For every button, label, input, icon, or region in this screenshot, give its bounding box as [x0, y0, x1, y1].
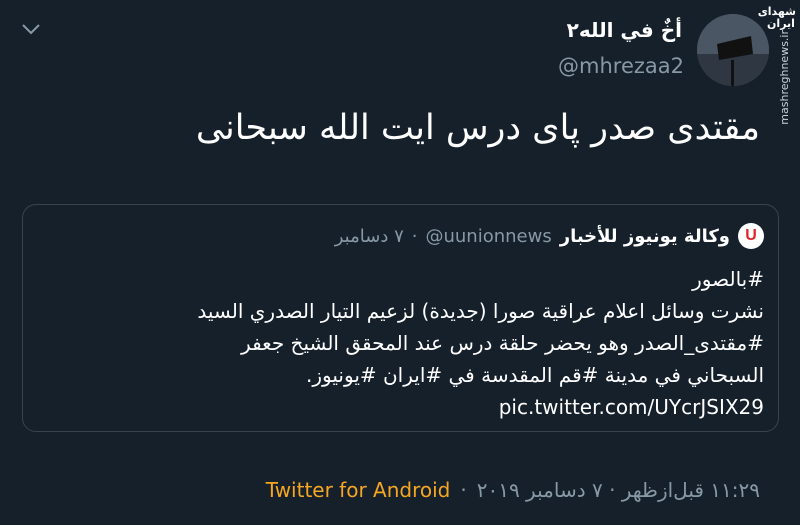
- quoted-tweet-date[interactable]: ٧ دسامبر: [335, 226, 404, 247]
- tweet-text: مقتدی صدر پای درس ایت الله سبحانی: [195, 108, 760, 148]
- author-handle[interactable]: @mhrezaa2: [558, 54, 684, 78]
- tweet-timestamp[interactable]: ۱۱:۲۹ قبل‌ازظهر · ۷ دسامبر ۲۰۱۹: [477, 478, 760, 502]
- quoted-line: #بالصور: [692, 267, 764, 291]
- quoted-account-handle[interactable]: @uunionnews: [425, 226, 551, 247]
- separator-dot: ·: [460, 478, 467, 502]
- chevron-down-icon[interactable]: [20, 18, 42, 40]
- quoted-tweet-text: #بالصور نشرت وسائل اعلام عراقية صورا (جد…: [34, 263, 764, 423]
- quoted-account-name[interactable]: وكالة يونيوز للأخبار: [560, 226, 730, 247]
- quoted-tweet-header: U وكالة يونيوز للأخبار @uunionnews · ٧ د…: [335, 223, 764, 249]
- watermark-site: mashreghnews.ir: [778, 30, 791, 125]
- author-name[interactable]: أخٌ في الله٢: [567, 18, 682, 42]
- avatar-image: [697, 14, 769, 86]
- avatar[interactable]: [697, 14, 769, 86]
- quoted-line: نشرت وسائل اعلام عراقية صورا (جديدة) لزع…: [197, 299, 764, 323]
- quoted-line: السبحاني في مدينة #قم المقدسة في #ايران …: [306, 363, 764, 387]
- tweet-source-link[interactable]: Twitter for Android: [266, 478, 451, 502]
- quoted-tweet-card[interactable]: U وكالة يونيوز للأخبار @uunionnews · ٧ د…: [22, 204, 779, 432]
- separator-dot: ·: [411, 225, 418, 247]
- quoted-account-logo[interactable]: U: [738, 223, 764, 249]
- tweet-footer: ۱۱:۲۹ قبل‌ازظهر · ۷ دسامبر ۲۰۱۹ · Twitte…: [266, 478, 760, 502]
- quoted-line: #مقتدى_الصدر وهو يحضر حلقة درس عند المحق…: [241, 331, 764, 355]
- quoted-media-link[interactable]: pic.twitter.com/UYcrJSIX29: [499, 391, 764, 423]
